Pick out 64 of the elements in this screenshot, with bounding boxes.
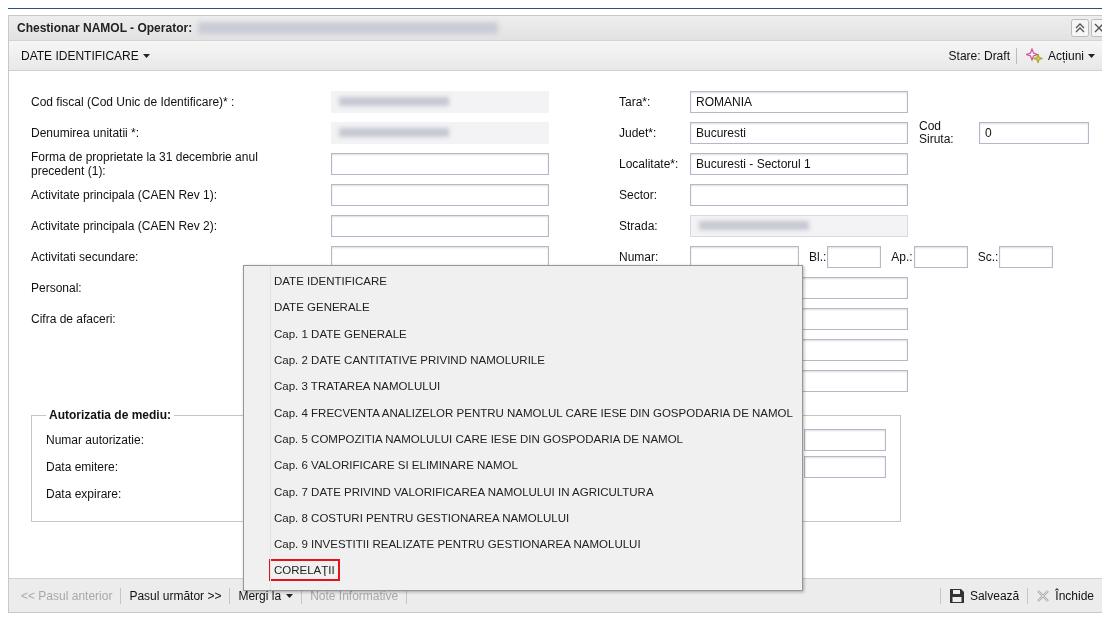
text-field[interactable]: Bucuresti - Sectorul 1 [690,152,908,175]
text-field[interactable] [690,183,908,206]
field-label: Bl.: [809,249,827,264]
field-label: Activitate principala (CAEN Rev 1): [31,187,218,202]
group-title: Autorizatia de mediu: [48,408,172,422]
window-title: Chestionar NAMOL - Operator: [17,21,193,35]
collapse-icon[interactable] [1071,19,1089,37]
field-label: Cod Siruta: [919,119,955,146]
nav-button[interactable]: Mergi la [234,586,298,605]
close-button[interactable]: Închide [1032,586,1098,605]
field-label: Forma de proprietate la 31 decembrie anul precedent (1): [31,149,259,178]
menu-item[interactable]: CORELAŢII [269,559,340,582]
menu-item[interactable]: DATE GENERALE [269,296,375,319]
menu-item[interactable]: Cap. 9 INVESTITII REALIZATE PENTRU GESTIONAREA NAMOLULUI [269,533,646,556]
caret-icon [142,53,150,58]
save-button[interactable]: Salvează [944,585,1024,606]
field-label: Ap.: [891,249,913,264]
menu-item[interactable]: Cap. 4 FRECVENTA ANALIZELOR PENTRU NAMOLUL CARE IESE DIN GOSPODARIA DE NAMOL [269,401,798,424]
field-label: Sc.: [977,249,999,264]
text-field[interactable] [331,183,549,206]
field-label: Cod fiscal (Cod Unic de Identificare)* : [31,94,235,109]
field-label: Localitate*: [619,156,679,171]
text-field[interactable]: ROMANIA [690,90,908,113]
caret-icon [286,593,294,598]
sparkle-icon [1025,47,1044,64]
menu-item[interactable]: DATE IDENTIFICARE [269,270,392,293]
text-field[interactable]: Bucuresti [690,121,908,144]
text-field[interactable] [804,428,886,451]
menu-item[interactable]: Cap. 5 COMPOZITIA NAMOLULUI CARE IESE DIN GOSPODARIA DE NAMOL [269,427,688,450]
field-label: Activitate principala (CAEN Rev 2): [31,218,218,233]
close-icon [1036,588,1051,603]
text-field[interactable] [331,214,549,237]
field-label: Sector: [619,187,657,202]
nav-button[interactable]: Pasul următor >> [125,586,226,605]
text-field[interactable] [999,245,1054,268]
text-field[interactable] [690,245,799,268]
field-label: Denumirea unitatii *: [31,125,140,140]
field-label: Personal: [31,280,82,295]
status-label: Stare: Draft [948,48,1010,63]
field-label: Numar autorizatie: [46,432,145,447]
field-label: Data expirare: [46,486,122,501]
field-label: Cifra de afaceri: [31,311,116,326]
text-field[interactable] [804,455,886,478]
menu-item[interactable]: Cap. 1 DATE GENERALE [269,322,412,345]
text-field[interactable] [331,245,549,268]
text-field[interactable] [331,152,549,175]
menu-item[interactable]: Cap. 8 COSTURI PENTRU GESTIONAREA NAMOLULUI [269,506,575,529]
field-label: Strada: [619,218,658,233]
actions-button[interactable]: Acțiuni [1022,45,1098,66]
menu-item[interactable]: Cap. 7 DATE PRIVIND VALORIFICAREA NAMOLULUI IN AGRICULTURA [269,480,659,503]
field-label: Activitati secundare: [31,249,139,264]
section-menu-button[interactable]: DATE IDENTIFICARE [18,46,153,65]
text-field[interactable] [913,245,968,268]
menu-item[interactable]: Cap. 3 TRATAREA NAMOLULUI [269,375,446,398]
menu-item[interactable]: Cap. 6 VALORIFICARE SI ELIMINARE NAMOL [269,454,523,477]
field-label: Judet*: [619,125,657,140]
field-label: Data emitere: [46,459,119,474]
field-label: Numar: [619,249,659,264]
text-field[interactable] [827,245,882,268]
menu-item[interactable]: Cap. 2 DATE CANTITATIVE PRIVIND NAMOLURILE [269,349,550,372]
caret-icon [1088,53,1095,58]
field-label: Tara*: [619,94,651,109]
text-field[interactable]: 0 [979,121,1089,144]
close-icon[interactable] [1091,19,1102,37]
